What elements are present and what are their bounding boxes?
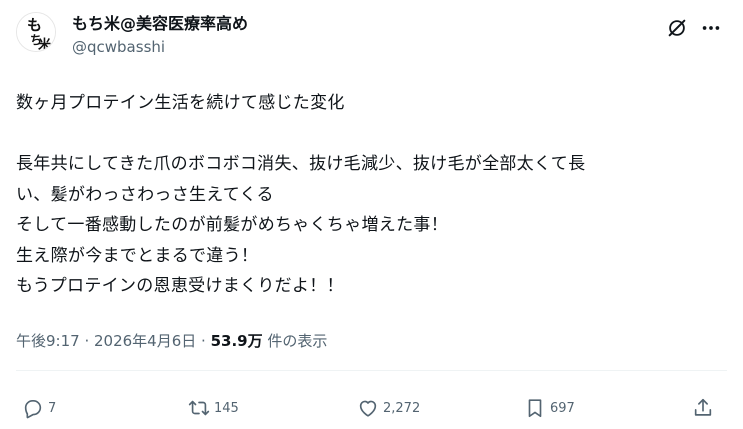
more-icon <box>702 26 720 30</box>
bookmark-button[interactable]: 697 <box>524 392 575 424</box>
post-date[interactable]: 2026年4月6日 <box>94 332 196 350</box>
avatar-logo: も ち 米 <box>17 13 55 52</box>
more-button[interactable] <box>697 14 725 42</box>
author-info: もち米@美容医療率高め @qcwbasshi <box>72 14 248 57</box>
post-time[interactable]: 午後9:17 <box>16 332 80 350</box>
post-text: 数ヶ月プロテイン生活を続けて感じた変化 長年共にしてきた爪のボコボコ消失、抜け毛… <box>16 88 727 302</box>
bookmark-count: 697 <box>550 400 575 416</box>
meta-separator: · <box>196 332 211 350</box>
view-count-label: 件の表示 <box>262 332 328 350</box>
reply-count: 7 <box>48 400 57 416</box>
post-line: 生え際が今までとまるで違う！ <box>16 245 259 266</box>
reply-icon <box>24 400 42 419</box>
like-count: 2,272 <box>383 400 421 416</box>
share-button[interactable] <box>692 392 714 424</box>
svg-text:米: 米 <box>38 37 52 52</box>
avatar[interactable]: も ち 米 <box>16 12 56 52</box>
svg-text:も: も <box>27 16 42 34</box>
post-meta: 午後9:17 · 2026年4月6日 · 53.9万 件の表示 <box>16 330 327 352</box>
post-blank-line <box>16 119 727 150</box>
meta-separator: · <box>79 332 94 350</box>
post-line: い、髪がわっさわっさ生えてくる <box>16 184 274 205</box>
reply-button[interactable]: 7 <box>22 392 56 424</box>
share-icon <box>694 398 712 416</box>
repost-icon <box>188 400 210 416</box>
post-line: 長年共にしてきた爪のボコボコ消失、抜け毛減少、抜け毛が全部太くて長 <box>16 154 586 174</box>
post-header: も ち 米 もち米@美容医療率高め @qcwbasshi <box>16 12 727 72</box>
post-line: そして一番感動したのが前髪がめちゃくちゃ増えた事！ <box>16 215 448 235</box>
repost-count: 145 <box>214 400 239 416</box>
grok-icon <box>668 19 686 37</box>
view-count[interactable]: 53.9万 <box>211 332 263 350</box>
post-line: もうプロテインの恩恵受けまくりだよ！！ <box>16 276 344 296</box>
like-icon <box>359 400 377 417</box>
bookmark-icon <box>528 399 542 418</box>
user-handle[interactable]: @qcwbasshi <box>72 37 248 57</box>
display-name[interactable]: もち米@美容医療率高め <box>72 14 248 34</box>
grok-button[interactable] <box>663 14 691 42</box>
repost-button[interactable]: 145 <box>188 392 239 424</box>
post-line: 数ヶ月プロテイン生活を続けて感じた変化 <box>16 93 345 113</box>
divider <box>16 370 727 371</box>
action-bar: 7 145 2,272 697 <box>16 392 727 424</box>
like-button[interactable]: 2,272 <box>357 392 420 424</box>
